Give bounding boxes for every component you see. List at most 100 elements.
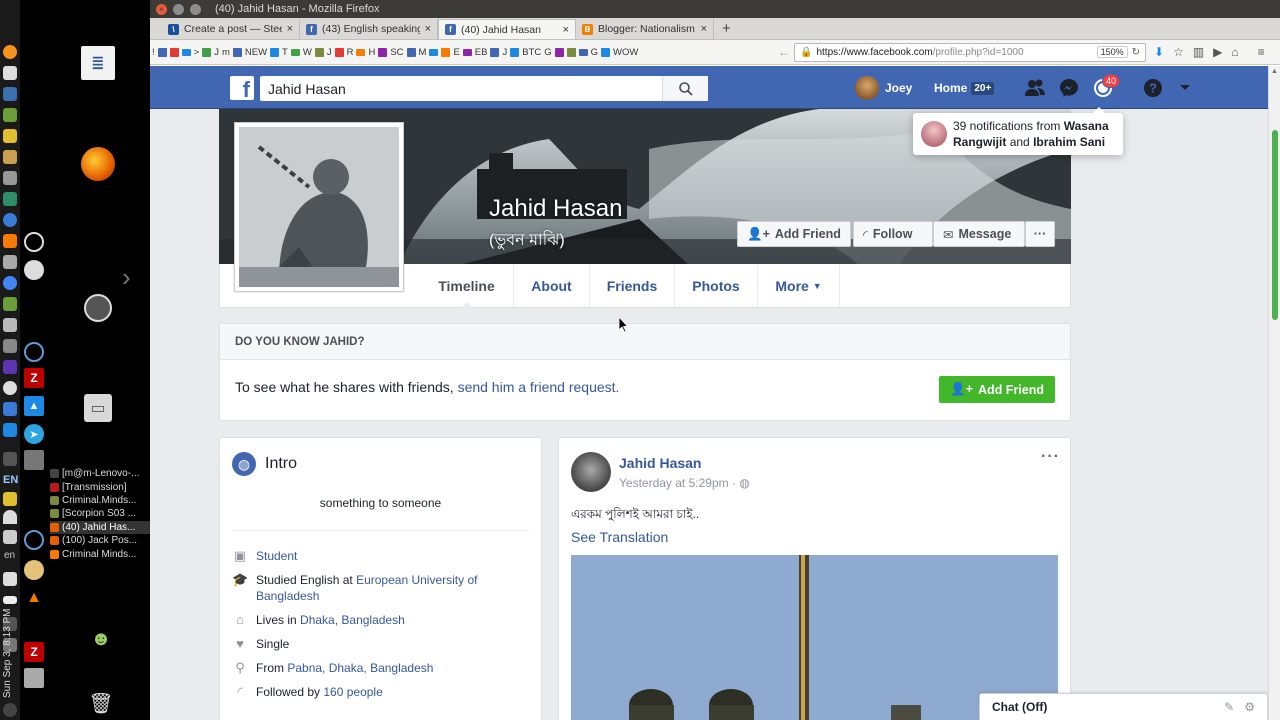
bookmark-item[interactable]: WOW <box>613 47 638 58</box>
bookmark-item[interactable] <box>202 47 212 57</box>
bookmark-item[interactable] <box>181 48 191 56</box>
bookmark-item[interactable]: EB <box>475 47 488 58</box>
bookmark-item[interactable] <box>578 48 588 56</box>
bookmark-item[interactable] <box>314 47 324 57</box>
post-author-link[interactable]: Jahid Hasan <box>619 455 701 471</box>
scroll-up-icon[interactable]: ▲ <box>1271 68 1278 75</box>
system-clock[interactable]: Sun Sep 3, 8:13 PM <box>2 608 13 698</box>
window-list-item[interactable]: Criminal.Minds... <box>50 494 150 507</box>
bookmark-item[interactable]: NEW <box>245 47 267 58</box>
window-list-item[interactable]: (100) Jack Pos... <box>50 534 150 547</box>
bookmark-item[interactable]: m <box>222 47 230 58</box>
bookmark-item[interactable]: SC <box>390 47 403 58</box>
intro-detail-link[interactable]: 160 people <box>323 685 382 699</box>
minimize-window-icon[interactable] <box>173 3 184 15</box>
wifi-icon[interactable] <box>3 510 17 524</box>
see-translation-link[interactable]: See Translation <box>571 529 668 545</box>
ubuntu-icon[interactable] <box>84 294 112 322</box>
gear-icon[interactable]: ⚙ <box>1244 700 1255 714</box>
bookmark-item[interactable]: M <box>419 47 427 58</box>
follow-button[interactable]: ◜ Follow <box>853 221 933 247</box>
grid-icon[interactable] <box>3 129 17 143</box>
atom-icon[interactable] <box>24 342 44 362</box>
friend-request-link[interactable]: send him a friend request. <box>458 379 620 395</box>
bookmark-item[interactable]: T <box>282 47 288 58</box>
add-friend-green-button[interactable]: 👤+ Add Friend <box>939 376 1055 403</box>
user-profile-link[interactable]: Joey <box>855 76 912 100</box>
search-button[interactable] <box>662 76 708 101</box>
circle-icon[interactable] <box>3 381 17 395</box>
editor-icon[interactable] <box>3 66 17 80</box>
browser-tab[interactable]: B Blogger: Nationalism × <box>576 19 714 39</box>
media-icon[interactable] <box>3 213 17 227</box>
blender-icon[interactable] <box>24 232 44 252</box>
intro-detail-link[interactable]: Student <box>256 549 297 563</box>
close-tab-icon[interactable]: × <box>425 23 431 35</box>
trash-icon[interactable]: 🗑 <box>84 686 118 720</box>
folder-icon[interactable] <box>3 297 17 311</box>
add-friend-button[interactable]: 👤+ Add Friend <box>737 221 851 247</box>
upload-icon[interactable] <box>3 492 17 506</box>
close-tab-icon[interactable]: × <box>287 23 293 35</box>
bookmark-item[interactable] <box>566 47 576 57</box>
language-indicator[interactable]: EN <box>3 474 18 486</box>
back-icon[interactable]: ← <box>778 45 790 59</box>
filezilla-tray-icon[interactable]: Z <box>24 642 44 662</box>
intro-detail-link[interactable]: Dhaka, Bangladesh <box>300 613 405 627</box>
bitcoin-icon[interactable] <box>3 45 17 59</box>
new-tab-icon[interactable]: + <box>714 20 739 39</box>
bookmark-item[interactable]: W <box>303 47 312 58</box>
bookmark-item[interactable]: J <box>502 47 507 58</box>
download-icon[interactable]: ⬇ <box>1154 45 1164 59</box>
message-button[interactable]: ✉ Message <box>933 221 1025 247</box>
chip-icon[interactable] <box>3 339 17 353</box>
box-icon[interactable] <box>3 318 17 332</box>
bookmark-item[interactable]: G <box>591 47 598 58</box>
maximize-window-icon[interactable] <box>190 3 201 15</box>
bookmark-item[interactable] <box>334 47 344 57</box>
filezilla-icon[interactable]: Z <box>24 368 44 388</box>
volume-icon[interactable] <box>3 572 17 586</box>
bookmark-item[interactable] <box>290 48 300 56</box>
search-input[interactable] <box>260 77 660 100</box>
half-icon[interactable] <box>3 234 17 248</box>
calendar-icon[interactable] <box>3 87 17 101</box>
bookmark-item[interactable] <box>270 47 280 57</box>
avatar[interactable] <box>571 452 611 492</box>
reload-icon[interactable]: ↻ <box>1132 47 1140 58</box>
profile-picture[interactable] <box>234 122 404 292</box>
network-icon[interactable] <box>3 530 17 544</box>
power-icon[interactable] <box>3 703 17 717</box>
friend-requests-icon[interactable] <box>1024 77 1046 99</box>
bookmark-item[interactable] <box>490 47 500 57</box>
compose-icon[interactable]: ✎ <box>1224 700 1234 714</box>
page-scrollbar[interactable]: ▲ <box>1268 66 1280 720</box>
bookmark-item[interactable]: E <box>453 47 459 58</box>
archive-icon[interactable] <box>3 255 17 269</box>
tab-photos[interactable]: Photos <box>675 264 758 307</box>
bookmark-item[interactable] <box>232 47 242 57</box>
screenshot-icon[interactable] <box>24 450 44 470</box>
post-options-button[interactable]: ··· <box>1041 448 1060 466</box>
bookmark-star-icon[interactable]: ☆ <box>1173 45 1184 59</box>
scanner-icon[interactable] <box>24 668 44 688</box>
app-icon[interactable] <box>3 108 17 122</box>
bookmark-item[interactable]: BTC <box>522 47 541 58</box>
window-list-item[interactable]: [Scorpion S03 ... <box>50 507 150 520</box>
bookmark-item[interactable] <box>406 47 416 57</box>
bookmark-item[interactable] <box>169 47 179 57</box>
bookmark-item[interactable] <box>429 48 439 56</box>
intro-detail-link[interactable]: Pabna, Dhaka, Bangladesh <box>287 661 433 675</box>
firefox-icon[interactable] <box>81 147 115 181</box>
chevron-right-icon[interactable]: › <box>122 262 131 293</box>
bookmark-item[interactable] <box>554 47 564 57</box>
chrome-icon[interactable] <box>3 276 17 290</box>
monitor-icon[interactable] <box>3 192 17 206</box>
battery-icon[interactable] <box>3 596 17 604</box>
bookmark-item[interactable]: G <box>544 47 551 58</box>
window-icon[interactable] <box>3 423 17 437</box>
db-icon[interactable] <box>3 402 17 416</box>
bluetooth-icon[interactable] <box>3 452 17 466</box>
window-list-item[interactable]: [Transmission] <box>50 480 150 493</box>
home-icon[interactable]: ⌂ <box>1231 45 1238 59</box>
